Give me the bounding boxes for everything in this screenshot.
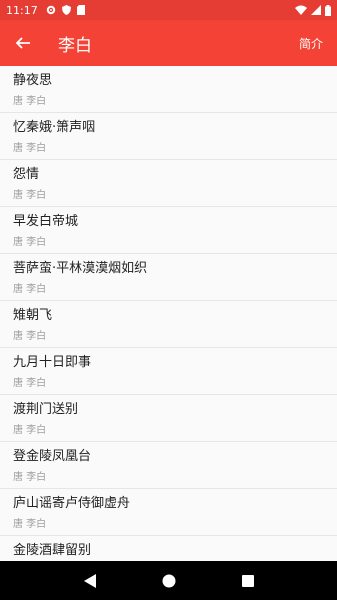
poem-title: 渡荆门送别	[13, 402, 79, 417]
poem-title: 怨情	[13, 167, 40, 182]
list-item[interactable]: 菩萨蛮·平林漠漠烟如织 唐 李白	[0, 254, 337, 301]
nav-home-button[interactable]	[154, 566, 184, 596]
recents-square-icon	[241, 574, 254, 587]
status-left-icons	[46, 5, 85, 15]
status-bar: 11:17	[0, 0, 337, 20]
back-button[interactable]	[0, 20, 46, 66]
back-triangle-icon	[83, 573, 96, 588]
page-title: 李白	[58, 35, 92, 56]
poem-title: 静夜思	[13, 73, 53, 88]
poem-author: 唐 李白	[13, 519, 47, 530]
poem-title: 登金陵凤凰台	[13, 449, 92, 464]
home-circle-icon	[162, 574, 175, 587]
sd-card-icon	[76, 5, 85, 15]
poem-author: 唐 李白	[13, 472, 47, 483]
list-item[interactable]: 渡荆门送别 唐 李白	[0, 395, 337, 442]
intro-button[interactable]: 简介	[299, 35, 323, 52]
poem-author: 唐 李白	[13, 143, 47, 154]
list-item[interactable]: 九月十日即事 唐 李白	[0, 348, 337, 395]
poem-author: 唐 李白	[13, 331, 47, 342]
poem-title: 九月十日即事	[13, 355, 92, 370]
nav-back-button[interactable]	[75, 566, 105, 596]
poem-list[interactable]: 静夜思 唐 李白 忆秦娥·箫声咽 唐 李白 怨情 唐 李白 早发白帝城 唐 李白…	[0, 66, 337, 561]
navigation-bar	[0, 561, 337, 600]
gear-icon	[46, 5, 55, 15]
list-item[interactable]: 雉朝飞 唐 李白	[0, 301, 337, 348]
poem-author: 唐 李白	[13, 96, 47, 107]
list-item[interactable]: 庐山谣寄卢侍御虚舟 唐 李白	[0, 489, 337, 536]
poem-author: 唐 李白	[13, 190, 47, 201]
poem-title: 菩萨蛮·平林漠漠烟如织	[13, 261, 148, 276]
list-item[interactable]: 怨情 唐 李白	[0, 160, 337, 207]
poem-title: 金陵酒肆留别	[13, 543, 92, 558]
list-item[interactable]: 登金陵凤凰台 唐 李白	[0, 442, 337, 489]
poem-title: 忆秦娥·箫声咽	[13, 120, 96, 135]
poem-author: 唐 李白	[13, 284, 47, 295]
battery-icon	[325, 4, 331, 16]
nav-recents-button[interactable]	[233, 566, 263, 596]
poem-author: 唐 李白	[13, 237, 47, 248]
list-item[interactable]: 静夜思 唐 李白	[0, 66, 337, 113]
list-item[interactable]: 金陵酒肆留别	[0, 536, 337, 561]
arrow-back-icon	[15, 37, 30, 49]
poem-author: 唐 李白	[13, 378, 47, 389]
poem-title: 早发白帝城	[13, 214, 79, 229]
status-time: 11:17	[6, 3, 38, 17]
poem-author: 唐 李白	[13, 425, 47, 436]
poem-title: 庐山谣寄卢侍御虚舟	[13, 496, 131, 511]
app-bar: 李白 简介	[0, 20, 337, 66]
signal-icon	[311, 5, 321, 15]
status-right-icons	[295, 4, 331, 16]
list-item[interactable]: 忆秦娥·箫声咽 唐 李白	[0, 113, 337, 160]
poem-title: 雉朝飞	[13, 308, 53, 323]
wifi-icon	[295, 5, 307, 15]
list-item[interactable]: 早发白帝城 唐 李白	[0, 207, 337, 254]
shield-icon	[61, 5, 71, 15]
